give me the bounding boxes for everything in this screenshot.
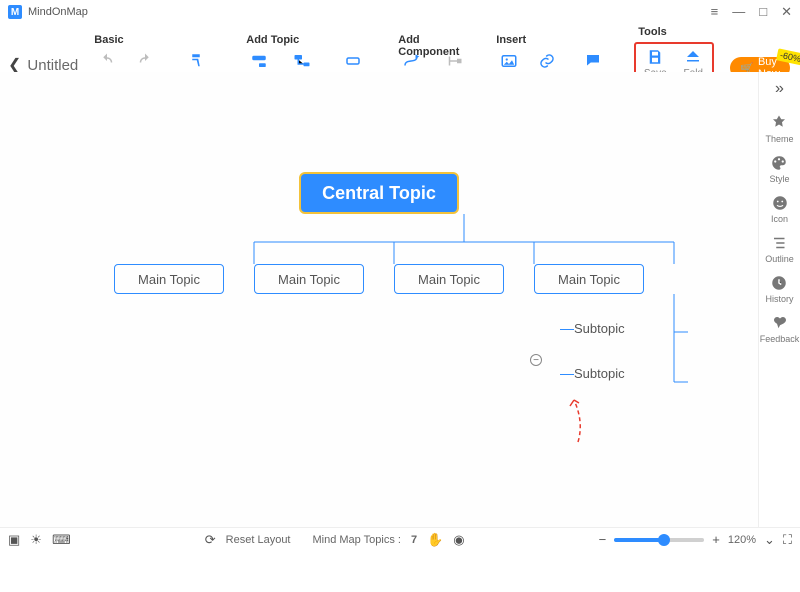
main-topic-node[interactable]: Main Topic <box>394 264 504 294</box>
zoom-dropdown[interactable]: ⌄ <box>764 532 775 548</box>
main-topic-node[interactable]: Main Topic <box>254 264 364 294</box>
fold-icon <box>684 48 702 66</box>
feedback-tab[interactable]: Feedback <box>760 314 800 344</box>
main-topic-node[interactable]: Main Topic <box>534 264 644 294</box>
presentation-mode-button[interactable]: ▣ <box>8 532 20 548</box>
link-icon <box>538 52 556 70</box>
maximize-button[interactable]: □ <box>759 4 767 20</box>
theme-tab[interactable]: Theme <box>765 114 793 144</box>
zoom-slider[interactable] <box>614 538 704 542</box>
group-tools: Tools <box>634 26 714 40</box>
topics-count: 7 <box>411 534 417 546</box>
outline-tab[interactable]: Outline <box>765 234 794 264</box>
menu-button[interactable]: ≡ <box>711 4 719 20</box>
subtopic-node[interactable]: Subtopic <box>574 366 644 381</box>
group-add-component: Add Component <box>394 34 476 48</box>
image-icon <box>500 52 518 70</box>
style-tab[interactable]: Style <box>769 154 789 184</box>
fullscreen-button[interactable]: ⛶ <box>783 532 792 548</box>
group-add-topic: Add Topic <box>242 34 378 48</box>
comments-icon <box>584 52 602 70</box>
format-painter-icon <box>187 52 205 70</box>
reset-layout-icon: ⟳ <box>205 532 216 548</box>
free-topic-icon <box>344 52 362 70</box>
keyboard-button[interactable]: ⌨ <box>52 532 71 548</box>
app-logo: M <box>8 5 22 19</box>
line-icon <box>402 52 420 70</box>
app-name: MindOnMap <box>28 6 88 18</box>
pan-button[interactable]: ✋ <box>427 532 443 548</box>
history-tab[interactable]: History <box>765 274 793 304</box>
zoom-out-button[interactable]: − <box>599 532 607 547</box>
zoom-level: 120% <box>728 534 756 546</box>
save-icon <box>646 48 664 66</box>
summary-icon <box>445 52 463 70</box>
icon-tab[interactable]: Icon <box>771 194 789 224</box>
central-topic-node[interactable]: Central Topic <box>299 172 459 214</box>
close-button[interactable]: ✕ <box>781 4 792 20</box>
group-basic: Basic <box>90 34 226 48</box>
brightness-button[interactable]: ☀ <box>30 532 42 548</box>
subtopic-icon <box>293 52 311 70</box>
minimize-button[interactable]: — <box>732 4 745 20</box>
topics-label: Mind Map Topics : <box>313 534 401 546</box>
subtopic-node[interactable]: Subtopic <box>574 321 644 336</box>
undo-icon <box>98 52 116 70</box>
zoom-in-button[interactable]: + <box>712 532 720 547</box>
topic-icon <box>250 52 268 70</box>
canvas[interactable]: Central Topic Main Topic Main Topic Main… <box>0 72 758 527</box>
group-insert: Insert <box>492 34 618 48</box>
document-title[interactable]: Untitled <box>27 57 78 74</box>
collapse-node-button[interactable]: − <box>530 354 542 366</box>
collapse-panel-button[interactable]: » <box>775 80 784 98</box>
view-button[interactable]: ◉ <box>453 532 464 548</box>
reset-layout-button[interactable]: Reset Layout <box>226 534 291 546</box>
main-topic-node[interactable]: Main Topic <box>114 264 224 294</box>
redo-icon <box>136 52 154 70</box>
